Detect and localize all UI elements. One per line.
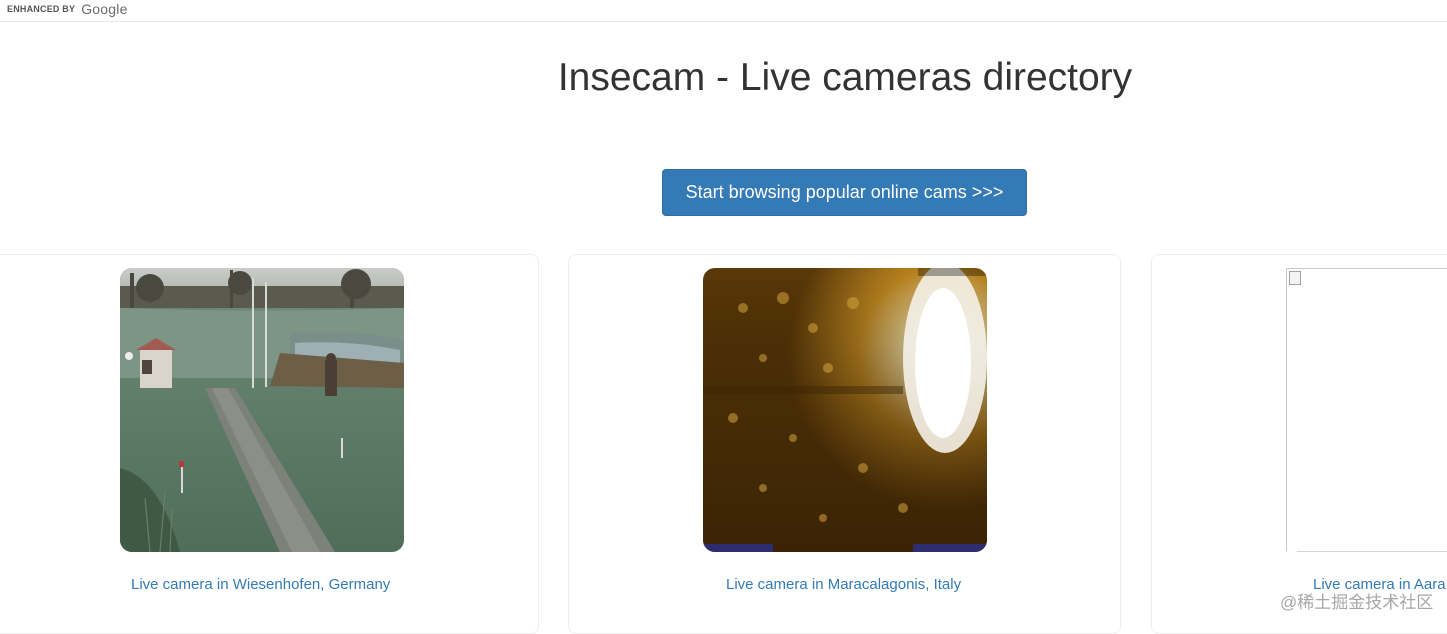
page-title: Insecam - Live cameras directory — [557, 56, 1133, 99]
start-browsing-button[interactable]: Start browsing popular online cams >>> — [662, 169, 1027, 216]
enhanced-by-google: ENHANCED BY Google — [7, 0, 128, 18]
camera-thumbnail-broken[interactable] — [1286, 268, 1447, 552]
camera-link-wiesenhofen[interactable]: Live camera in Wiesenhofen, Germany — [131, 576, 390, 593]
camera-thumbnail-maracalagonis[interactable] — [703, 268, 987, 552]
camera-image — [120, 268, 404, 552]
camera-image — [703, 268, 987, 552]
thumbnail-border-line — [1297, 551, 1447, 552]
camera-thumbnail-wiesenhofen[interactable] — [120, 268, 404, 552]
google-logo: Google — [81, 1, 128, 17]
watermark: @稀土掘金技术社区 — [1280, 593, 1434, 612]
top-bar: ENHANCED BY Google — [0, 0, 1447, 22]
enhanced-by-label: ENHANCED BY — [7, 4, 76, 14]
camera-link-maracalagonis[interactable]: Live camera in Maracalagonis, Italy — [726, 576, 961, 593]
broken-image-icon — [1289, 271, 1301, 285]
